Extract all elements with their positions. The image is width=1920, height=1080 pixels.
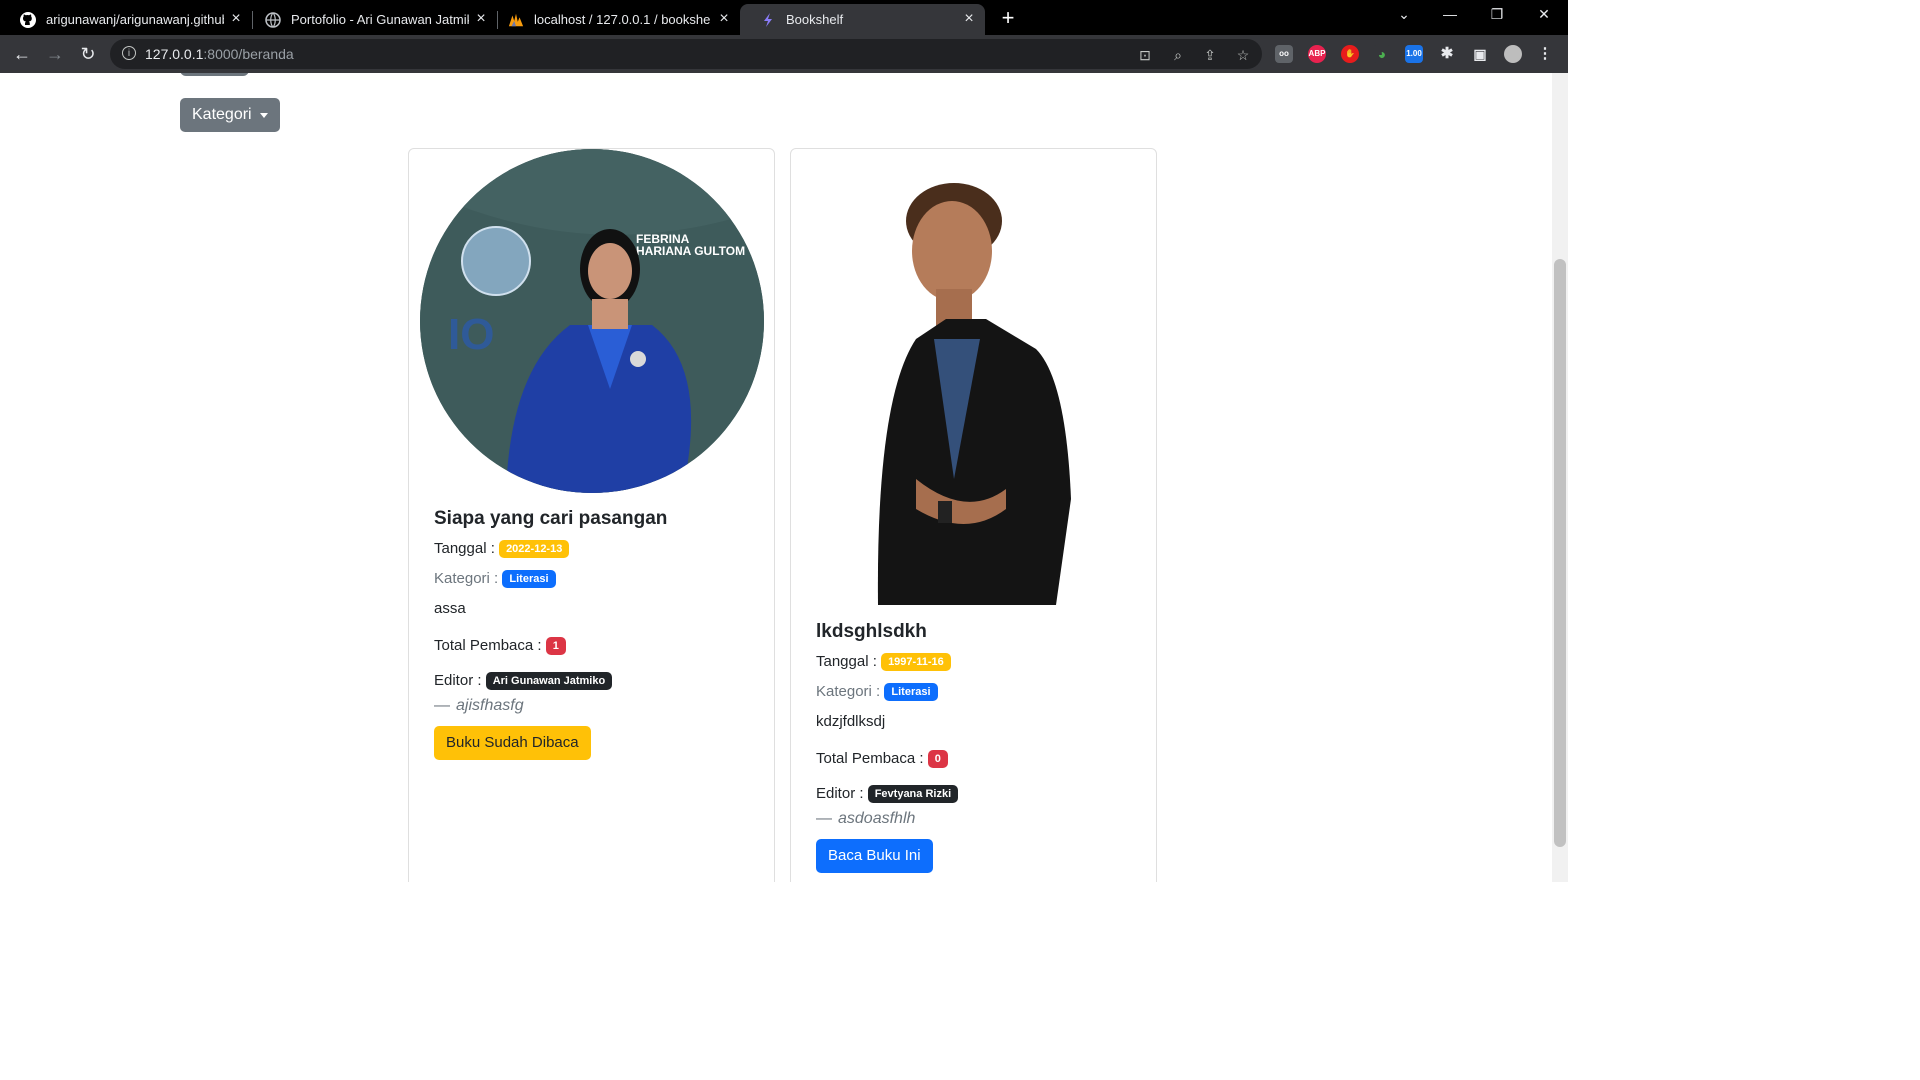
page-content: Kategori IO FEBRINA HARIANA GULTOM Siapa… [0, 73, 1552, 882]
tab-bookshelf[interactable]: Bookshelf × [740, 4, 985, 35]
scrollbar-thumb[interactable] [1554, 259, 1566, 847]
browser-tab-strip: arigunawanj/arigunawanj.github. × Portof… [0, 0, 1568, 35]
kategori-label: Kategori : [816, 683, 881, 700]
adblock-plus-icon[interactable]: ABP [1308, 45, 1326, 63]
tab-title: arigunawanj/arigunawanj.github. [46, 12, 224, 27]
pembaca-label: Total Pembaca : [816, 750, 924, 767]
address-bar[interactable]: i 127.0.0.1:8000/beranda ⊡ ⌕ ⇪ ☆ [110, 39, 1262, 69]
tab-title: Bookshelf [786, 12, 844, 27]
extension-hand-icon[interactable]: ✋ [1341, 45, 1359, 63]
svg-text:HARIANA GULTOM: HARIANA GULTOM [636, 244, 745, 258]
site-info-icon[interactable]: i [122, 46, 136, 60]
kategori-badge: Literasi [502, 570, 556, 589]
baca-buku-button[interactable]: Baca Buku Ini [816, 839, 933, 873]
partial-button[interactable] [180, 73, 249, 76]
pembaca-label: Total Pembaca : [434, 637, 542, 654]
book-card: IO FEBRINA HARIANA GULTOM Siapa yang car… [408, 148, 775, 882]
pembaca-row: Total Pembaca : 0 [816, 744, 958, 774]
tab-github[interactable]: arigunawanj/arigunawanj.github. × [0, 4, 252, 35]
side-panel-icon[interactable]: ▣ [1471, 45, 1489, 63]
book-description: kdzjfdlksdj [816, 713, 886, 730]
translate-icon[interactable]: ⊡ [1136, 46, 1154, 64]
pembaca-row: Total Pembaca : 1 [434, 631, 667, 661]
tanggal-badge: 2022-12-13 [499, 540, 570, 559]
menu-kebab-icon[interactable]: ⋮ [1536, 45, 1554, 63]
github-icon [20, 11, 36, 28]
editor-badge: Fevtyana Rizki [867, 785, 959, 804]
close-icon[interactable]: × [473, 11, 489, 27]
book-title: Siapa yang cari pasangan [434, 508, 668, 529]
extension-reader-icon[interactable]: oo [1275, 45, 1293, 63]
book-quote: — ajisfhasfg [434, 697, 524, 714]
new-tab-button[interactable]: + [996, 6, 1020, 30]
book-cover-image [876, 179, 1086, 605]
card-body: lkdsghlsdkh Tanggal : 1997-11-16 Kategor… [816, 617, 959, 873]
laravel-icon [760, 12, 776, 28]
share-icon[interactable]: ⇪ [1201, 46, 1219, 64]
extensions-puzzle-icon[interactable]: ✱ [1438, 45, 1456, 63]
close-icon[interactable]: × [716, 11, 732, 27]
minimize-icon[interactable]: — [1438, 6, 1462, 22]
book-quote: — asdoasfhlh [816, 810, 916, 827]
buku-sudah-dibaca-button[interactable]: Buku Sudah Dibaca [434, 726, 591, 760]
tab-title: Portofolio - Ari Gunawan Jatmiko [291, 12, 469, 27]
book-cover-image: IO FEBRINA HARIANA GULTOM [420, 149, 764, 493]
kategori-label: Kategori : [434, 570, 499, 587]
extension-color-icon[interactable]: ◕ [1373, 45, 1391, 63]
editor-badge: Ari Gunawan Jatmiko [485, 672, 613, 691]
restore-icon[interactable]: ❐ [1485, 6, 1509, 23]
tanggal-label: Tanggal : [434, 540, 495, 557]
kategori-dropdown-button[interactable]: Kategori [180, 98, 280, 132]
editor-label: Editor : [816, 785, 864, 802]
url-text: 127.0.0.1:8000/beranda [145, 46, 294, 62]
caret-down-icon [259, 112, 268, 118]
quote-text: asdoasfhlh [838, 810, 916, 827]
book-description: assa [434, 600, 466, 617]
tab-portfolio[interactable]: Portofolio - Ari Gunawan Jatmiko × [245, 4, 497, 35]
kategori-row: Kategori : Literasi [434, 564, 667, 594]
zoom-icon[interactable]: ⌕ [1169, 46, 1187, 64]
tab-search-icon[interactable]: ⌄ [1392, 6, 1416, 23]
editor-row: Editor : Fevtyana Rizki [816, 781, 959, 807]
page-scrollbar[interactable] [1552, 73, 1568, 882]
tanggal-row: Tanggal : 2022-12-13 [434, 534, 667, 564]
close-icon[interactable]: × [228, 11, 244, 27]
extension-badge-icon[interactable]: 1.00 [1405, 45, 1423, 63]
quote-text: ajisfhasfg [456, 697, 524, 714]
book-title: lkdsghlsdkh [816, 621, 927, 642]
window-close-icon[interactable]: ✕ [1532, 6, 1556, 23]
bookmark-star-icon[interactable]: ☆ [1234, 46, 1252, 64]
back-arrow-icon[interactable]: ← [11, 43, 33, 65]
tanggal-badge: 1997-11-16 [881, 653, 951, 672]
tab-title: localhost / 127.0.0.1 / bookshelf- [534, 12, 710, 27]
tab-phpmyadmin[interactable]: localhost / 127.0.0.1 / bookshelf- × [488, 4, 740, 35]
pembaca-count-badge: 1 [545, 637, 566, 656]
forward-arrow-icon[interactable]: → [44, 43, 66, 65]
kategori-button-label: Kategori [192, 106, 252, 123]
phpmyadmin-icon [508, 12, 524, 28]
close-icon[interactable]: × [961, 11, 977, 27]
profile-avatar[interactable] [1504, 45, 1522, 63]
editor-row: Editor : Ari Gunawan Jatmiko [434, 668, 667, 694]
svg-text:IO: IO [448, 310, 494, 359]
tanggal-label: Tanggal : [816, 653, 877, 670]
kategori-badge: Literasi [884, 683, 938, 702]
globe-icon [265, 11, 281, 28]
book-card: lkdsghlsdkh Tanggal : 1997-11-16 Kategor… [790, 148, 1157, 882]
card-body: Siapa yang cari pasangan Tanggal : 2022-… [434, 504, 667, 760]
pembaca-count-badge: 0 [927, 750, 948, 769]
kategori-row: Kategori : Literasi [816, 677, 958, 707]
reload-icon[interactable]: ↻ [77, 43, 99, 65]
tanggal-row: Tanggal : 1997-11-16 [816, 647, 958, 677]
browser-toolbar: ← → ↻ i 127.0.0.1:8000/beranda ⊡ ⌕ ⇪ ☆ [0, 35, 1568, 73]
editor-label: Editor : [434, 672, 482, 689]
